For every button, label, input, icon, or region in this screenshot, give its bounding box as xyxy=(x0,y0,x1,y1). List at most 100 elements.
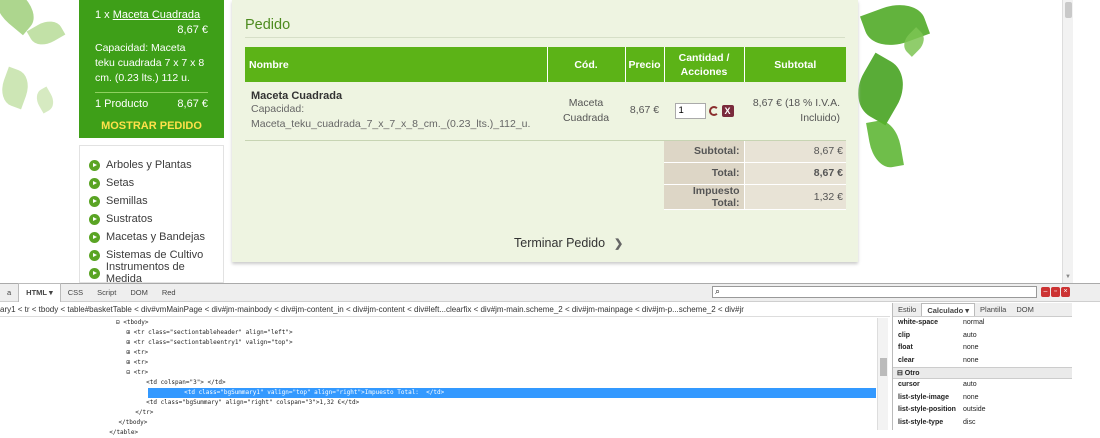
css-prop-row: cursor auto xyxy=(893,379,1072,392)
quantity-input[interactable] xyxy=(674,102,706,119)
subtotal-value: 8,67 € xyxy=(743,140,846,163)
sidepanel-tab[interactable]: DOM xyxy=(1011,303,1039,316)
minimize-icon[interactable]: – xyxy=(1041,287,1050,297)
arrow-bullet-icon xyxy=(89,213,100,225)
arrow-bullet-icon xyxy=(89,267,100,279)
css-prop-value: auto xyxy=(963,331,977,339)
table-row: Maceta Cuadrada Capacidad: Maceta_teku_c… xyxy=(245,82,846,141)
devtools-tab[interactable]: Script xyxy=(90,284,123,302)
leaf-decoration xyxy=(866,117,904,171)
css-prop-value: none xyxy=(963,344,979,351)
devtools-panel: a HTML ▾ CSS Script DOM Red ⌕ – ▫ × ary1 < tr <… xyxy=(0,283,1100,436)
category-label: Setas xyxy=(106,177,135,189)
category-label: Semillas xyxy=(106,195,148,207)
sidepanel-tab[interactable]: Calculado ▾ xyxy=(921,303,976,316)
dom-node[interactable]: ⊞ <tr class="sectiontableheader" align="… xyxy=(0,328,876,338)
basket-table: Nombre Cód. Precio Cantidad / Acciones S… xyxy=(245,47,846,210)
category-label: Instrumentos de Medida xyxy=(105,261,185,283)
devtools-tab[interactable]: DOM xyxy=(123,284,155,302)
summary-row: Impuesto Total: 1,32 € xyxy=(245,184,846,210)
summary-row: Subtotal: 8,67 € xyxy=(245,140,846,163)
scrollbar-thumb[interactable] xyxy=(880,358,887,376)
title-divider xyxy=(245,37,845,38)
category-item[interactable]: Sustratos xyxy=(89,210,223,228)
qty-cell: X xyxy=(664,82,744,141)
scrollbar-thumb[interactable] xyxy=(1065,2,1072,18)
devtools-tab[interactable]: HTML ▾ xyxy=(18,283,61,302)
devtools-tab[interactable]: Red xyxy=(155,284,183,302)
item-name[interactable]: Maceta Cuadrada xyxy=(251,90,547,102)
summary-spacer xyxy=(245,184,664,209)
order-panel: Pedido Nombre Cód. Precio Cantidad / Acc… xyxy=(232,0,858,262)
dom-node[interactable]: ⊞ <tr> xyxy=(0,358,876,368)
cart-total: 8,67 € xyxy=(177,98,208,110)
devtools-tab[interactable]: a xyxy=(0,284,18,302)
css-group-header[interactable]: ⊟ Otro xyxy=(893,367,1072,379)
css-prop-name: list-style-type xyxy=(898,418,944,426)
devtools-tab[interactable]: CSS xyxy=(61,284,90,302)
dom-node[interactable]: ⊟ <tr> xyxy=(0,368,876,378)
total-value: 8,67 € xyxy=(743,162,846,185)
computed-props: white-space normal clip auto float none clear n… xyxy=(893,317,1072,429)
category-item[interactable]: Arboles y Plantas xyxy=(89,156,223,174)
css-prop-name: clip xyxy=(898,331,911,339)
style-sidepanel: Estilo Calculado ▾ Plantilla DOM white-spac… xyxy=(892,303,1072,430)
breadcrumb[interactable]: ary1 < tr < tbody < table#basketTable < … xyxy=(0,303,890,317)
category-menu: Arboles y Plantas Setas Semillas Sustratos M… xyxy=(79,145,224,283)
css-prop-value: disc xyxy=(963,418,976,426)
col-name: Nombre xyxy=(245,47,548,82)
dom-node[interactable]: <td colspan="3"> </td> xyxy=(0,378,876,388)
leaf-decoration xyxy=(32,86,58,114)
css-prop-row: clip auto xyxy=(893,330,1072,343)
tax-value: 1,32 € xyxy=(743,184,846,210)
item-attr-label: Capacidad: xyxy=(251,102,305,115)
cart-price: 8,67 € xyxy=(177,24,208,36)
css-prop-row: float none xyxy=(893,342,1072,355)
refresh-icon[interactable] xyxy=(708,105,719,116)
css-prop-value: none xyxy=(963,393,979,401)
finish-order-link[interactable]: Terminar Pedido ❯ xyxy=(514,236,623,250)
arrow-bullet-icon xyxy=(89,231,100,243)
css-prop-name: list-style-image xyxy=(898,393,949,401)
col-subtotal: Subtotal xyxy=(744,47,846,82)
css-prop-name: list-style-position xyxy=(898,406,956,413)
css-prop-row: clear none xyxy=(893,355,1072,368)
css-prop-row: list-style-image none xyxy=(893,392,1072,405)
sidepanel-tab[interactable]: Estilo xyxy=(893,303,921,316)
restore-icon[interactable]: ▫ xyxy=(1051,287,1060,297)
cart-count: 1 Producto xyxy=(95,98,149,110)
close-icon[interactable]: × xyxy=(1061,287,1070,297)
category-label: Arboles y Plantas xyxy=(106,159,192,171)
category-item[interactable]: Semillas xyxy=(89,192,223,210)
css-prop-value: normal xyxy=(963,319,985,326)
dom-tree-scrollbar[interactable] xyxy=(877,318,888,430)
page-title: Pedido xyxy=(245,17,291,33)
devtools-search-input[interactable]: ⌕ xyxy=(712,286,1037,298)
css-prop-row: list-style-position outside xyxy=(893,404,1072,417)
total-label: Total: xyxy=(664,162,744,185)
dom-node[interactable]: ⊞ <tr> xyxy=(0,348,876,358)
item-subtotal: 8,67 € (18 % I.V.A. Incluido) xyxy=(744,82,846,141)
dom-node[interactable]: </tr> xyxy=(0,408,876,418)
scroll-down-icon[interactable]: ▼ xyxy=(1065,274,1071,280)
css-prop-value: auto xyxy=(963,381,977,388)
dom-node[interactable]: ⊟ <tbody> xyxy=(0,318,876,328)
dom-node[interactable]: </tbody> xyxy=(0,418,876,428)
category-item[interactable]: Setas xyxy=(89,174,223,192)
page-scrollbar[interactable]: ▼ xyxy=(1062,0,1073,283)
dom-node[interactable]: <td class="bgSummary" align="right" cols… xyxy=(0,398,876,408)
table-header-row: Nombre Cód. Precio Cantidad / Acciones S… xyxy=(245,47,846,82)
sidepanel-tab[interactable]: Plantilla xyxy=(975,303,1011,316)
dom-node[interactable]: </table> xyxy=(0,428,876,438)
category-item[interactable]: Instrumentos de Medida xyxy=(89,261,223,283)
mini-cart: 1 x Maceta Cuadrada 8,67 € Capacidad: Mac… xyxy=(79,0,224,138)
dom-node[interactable]: <td class="bgSummary1" valign="top" alig… xyxy=(148,388,876,398)
category-label: Macetas y Bandejas xyxy=(106,231,206,243)
dom-node[interactable]: ⊞ <tr class="sectiontableentry1" valign=… xyxy=(0,338,876,348)
css-prop-value: none xyxy=(963,356,979,364)
cart-product-link[interactable]: Maceta Cuadrada xyxy=(113,8,200,23)
category-item[interactable]: Macetas y Bandejas xyxy=(89,228,223,246)
dom-tree[interactable]: ⊟ <tbody> ⊞ <tr class="sectiontableheade… xyxy=(0,318,876,436)
show-order-button[interactable]: MOSTRAR PEDIDO xyxy=(95,119,208,134)
delete-icon[interactable]: X xyxy=(721,104,734,117)
